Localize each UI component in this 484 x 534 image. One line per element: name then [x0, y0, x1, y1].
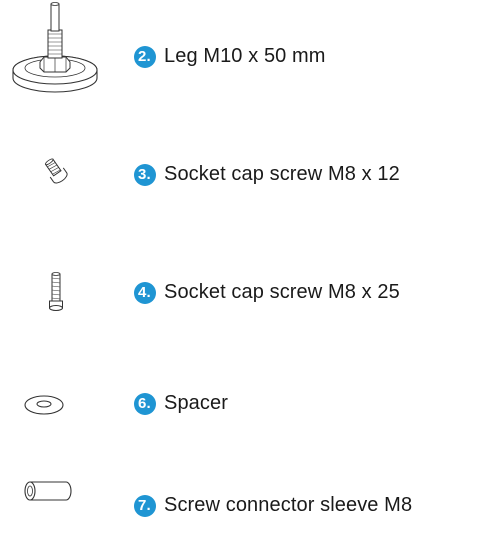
part-name: Screw connector sleeve M8 — [164, 494, 413, 516]
part-row-spacer: 6. Spacer — [0, 380, 484, 440]
part-name: Leg M10 x 50 mm — [164, 45, 326, 67]
part-name: Socket cap screw M8 x 12 — [164, 163, 400, 185]
part-label-spacer: 6. Spacer — [134, 392, 228, 415]
part-number-badge: 4. — [134, 281, 156, 304]
part-row-long-screw: 4. Socket cap screw M8 x 25 — [0, 262, 484, 342]
leg-icon — [12, 2, 98, 93]
part-row-leg: 2. Leg M10 x 50 mm — [0, 0, 484, 110]
part-label-short-screw: 3. Socket cap screw M8 x 12 — [134, 163, 400, 186]
part-label-leg: 2. Leg M10 x 50 mm — [134, 45, 326, 68]
part-number-badge: 3. — [134, 163, 156, 186]
part-number-badge: 2. — [134, 45, 156, 68]
part-label-long-screw: 4. Socket cap screw M8 x 25 — [134, 281, 400, 304]
part-number-badge: 6. — [134, 392, 156, 415]
part-name: Spacer — [164, 392, 228, 414]
part-label-sleeve: 7. Screw connector sleeve M8 — [134, 494, 412, 517]
short-screw-icon — [44, 158, 68, 184]
spacer-icon — [24, 395, 64, 415]
part-row-sleeve: 7. Screw connector sleeve M8 — [0, 470, 484, 530]
sleeve-icon — [24, 481, 72, 501]
long-screw-icon — [49, 272, 63, 311]
part-name: Socket cap screw M8 x 25 — [164, 281, 400, 303]
part-number-badge: 7. — [134, 494, 156, 517]
part-row-short-screw: 3. Socket cap screw M8 x 12 — [0, 140, 484, 220]
